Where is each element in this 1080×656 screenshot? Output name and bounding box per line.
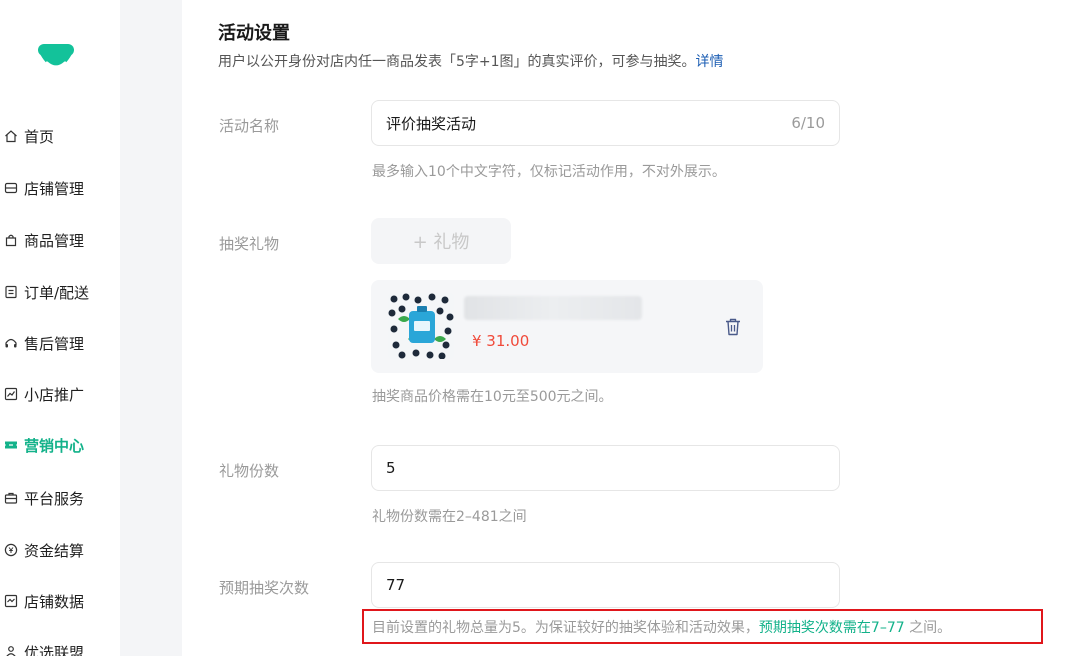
sidebar-item-label: 营销中心 (24, 436, 85, 455)
sidebar-item-marketing[interactable]: 营销中心 (4, 433, 84, 457)
gift-count-hint: 礼物份数需在2–481之间 (372, 509, 527, 525)
draw-count-input[interactable]: 77 (371, 562, 840, 608)
sidebar-item-label: 首页 (24, 127, 55, 146)
gift-count-value: 5 (386, 459, 396, 477)
description-text: 用户以公开身份对店内任一商品发表「5字+1图」的真实评价，可参与抽奖。 (218, 54, 696, 70)
sidebar-item-label: 订单/配送 (24, 283, 90, 302)
product-image (388, 293, 454, 359)
activity-name-input[interactable]: 评价抽奖活动 6/10 (371, 100, 840, 146)
sidebar-item-label: 小店推广 (24, 385, 85, 404)
draw-count-label: 预期抽奖次数 (219, 579, 310, 597)
gift-count-label: 礼物份数 (219, 462, 280, 480)
page-title: 活动设置 (218, 23, 290, 44)
headset-icon (4, 336, 18, 350)
sidebar-item-platform-services[interactable]: 平台服务 (4, 486, 84, 510)
draw-count-hint: 目前设置的礼物总量为5。为保证较好的抽奖体验和活动效果，预期抽奖次数需在7–77… (372, 617, 951, 637)
briefcase-icon (4, 491, 18, 505)
gift-hint: 抽奖商品价格需在10元至500元之间。 (372, 389, 613, 405)
sidebar-item-store[interactable]: 店铺管理 (4, 176, 84, 200)
warn-highlight: 预期抽奖次数需在7–77 (758, 620, 905, 636)
sidebar-item-alliance[interactable]: 优选联盟 (4, 640, 84, 656)
ticket-icon (4, 438, 18, 452)
sidebar-item-settlement[interactable]: 资金结算 (4, 538, 84, 562)
section-description: 用户以公开身份对店内任一商品发表「5字+1图」的真实评价，可参与抽奖。详情 (218, 51, 724, 71)
sidebar: 首页 店铺管理 商品管理 订单/配送 售后管理 小店推广 营销中心 平台服务 资… (0, 0, 120, 656)
gift-price: ¥ 31.00 (472, 332, 530, 350)
main-content: 活动设置 用户以公开身份对店内任一商品发表「5字+1图」的真实评价，可参与抽奖。… (182, 0, 1080, 656)
people-icon (4, 645, 18, 656)
add-gift-button[interactable]: + 礼物 (371, 218, 511, 264)
app-root: 首页 店铺管理 商品管理 订单/配送 售后管理 小店推广 营销中心 平台服务 资… (0, 0, 1080, 656)
sidebar-item-label: 售后管理 (24, 334, 85, 353)
sidebar-item-label: 平台服务 (24, 489, 85, 508)
sidebar-item-label: 商品管理 (24, 231, 85, 250)
draw-count-value: 77 (386, 576, 406, 594)
sidebar-item-orders[interactable]: 订单/配送 (4, 280, 89, 304)
warn-prefix: 目前设置的礼物总量为5。为保证较好的抽奖体验和活动效果， (372, 620, 759, 636)
logo-icon (38, 44, 74, 69)
activity-name-value: 评价抽奖活动 (386, 114, 477, 133)
details-link[interactable]: 详情 (696, 54, 724, 70)
data-icon (4, 594, 18, 608)
gift-name-redacted (464, 296, 642, 320)
activity-name-hint: 最多输入10个中文字符，仅标记活动作用，不对外展示。 (372, 164, 726, 180)
content-gutter (120, 0, 182, 656)
sidebar-item-label: 店铺管理 (24, 179, 85, 198)
char-counter: 6/10 (791, 114, 825, 132)
sidebar-item-promotion[interactable]: 小店推广 (4, 382, 84, 406)
store-icon (4, 181, 18, 195)
home-icon (4, 129, 18, 143)
warn-suffix: 之间。 (904, 620, 952, 636)
sidebar-item-label: 优选联盟 (24, 643, 85, 656)
yen-icon (4, 543, 18, 557)
sidebar-item-label: 资金结算 (24, 541, 85, 560)
gift-count-input[interactable]: 5 (371, 445, 840, 491)
sidebar-item-products[interactable]: 商品管理 (4, 228, 84, 252)
sidebar-item-label: 店铺数据 (24, 592, 85, 611)
sidebar-item-aftersales[interactable]: 售后管理 (4, 331, 84, 355)
bag-icon (4, 233, 18, 247)
chart-icon (4, 387, 18, 401)
sidebar-item-store-data[interactable]: 店铺数据 (4, 589, 84, 613)
activity-name-label: 活动名称 (219, 117, 280, 135)
gift-label: 抽奖礼物 (219, 235, 280, 253)
trash-icon[interactable] (724, 317, 742, 337)
gift-card: ¥ 31.00 (371, 280, 763, 373)
sidebar-item-home[interactable]: 首页 (4, 124, 54, 148)
order-icon (4, 285, 18, 299)
